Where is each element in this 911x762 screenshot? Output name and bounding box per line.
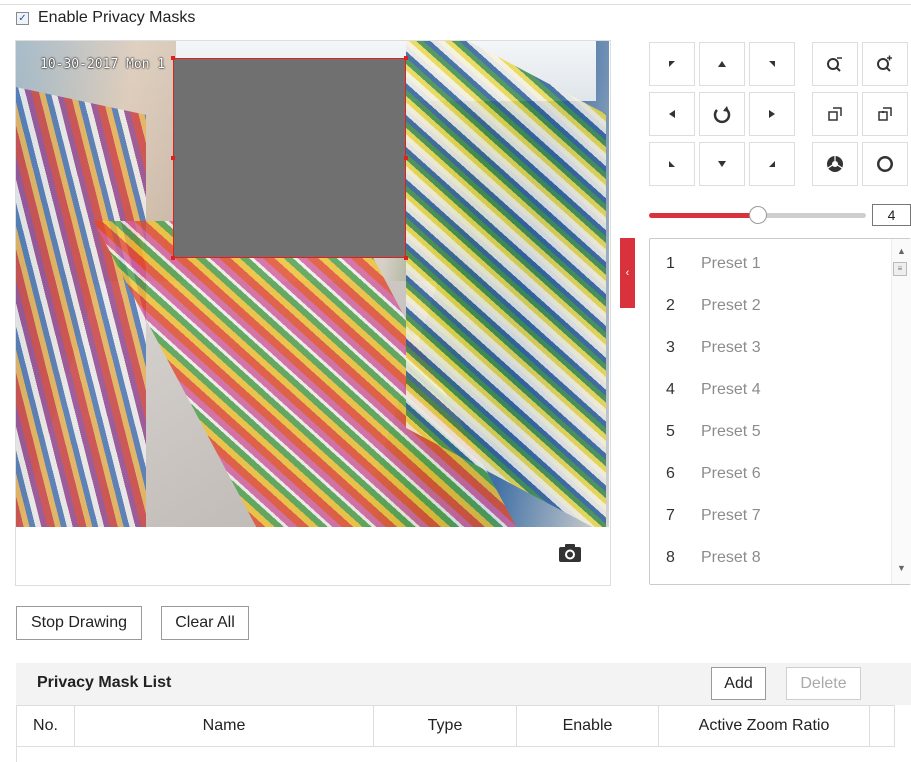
column-enable: Enable	[516, 705, 659, 747]
auto-pan-icon	[712, 104, 732, 124]
column-name: Name	[74, 705, 374, 747]
scroll-down-arrow-icon[interactable]: ▼	[897, 563, 906, 573]
preset-name: Preset 7	[701, 507, 761, 524]
video-shelf-left	[16, 87, 146, 527]
preset-number: 4	[666, 381, 675, 398]
preset-item[interactable]: 3 Preset 3	[650, 327, 890, 369]
pan-up-right-icon	[767, 59, 777, 69]
zoom-in-button[interactable]	[862, 42, 908, 86]
top-divider	[0, 4, 911, 5]
iris-close-button[interactable]	[812, 142, 858, 186]
focus-near-button[interactable]	[812, 92, 858, 136]
mask-handle-top-left[interactable]	[171, 56, 175, 60]
video-timestamp: 10-30-2017 Mon 1	[40, 57, 166, 72]
column-active-zoom-ratio: Active Zoom Ratio	[658, 705, 870, 747]
preset-name: Preset 1	[701, 255, 761, 272]
preset-number: 1	[666, 255, 675, 272]
pan-down-left-button[interactable]	[649, 142, 695, 186]
preset-number: 5	[666, 423, 675, 440]
stop-drawing-button[interactable]: Stop Drawing	[16, 606, 142, 640]
preset-name: Preset 6	[701, 465, 761, 482]
pan-down-right-button[interactable]	[749, 142, 795, 186]
zoom-out-button[interactable]	[812, 42, 858, 86]
mask-handle-bottom-right[interactable]	[404, 256, 408, 260]
pan-up-right-button[interactable]	[749, 42, 795, 86]
ptz-speed-value: 4	[872, 204, 911, 226]
collapse-panel-button[interactable]: ‹	[620, 238, 635, 308]
focus-far-button[interactable]	[862, 92, 908, 136]
privacy-mask-list-title: Privacy Mask List	[37, 674, 172, 691]
preset-number: 3	[666, 339, 675, 356]
preset-name: Preset 3	[701, 339, 761, 356]
chevron-left-icon: ‹	[625, 267, 630, 279]
delete-mask-button[interactable]: Delete	[786, 667, 861, 700]
preset-item[interactable]: 8 Preset 8	[650, 537, 890, 579]
preset-number: 8	[666, 549, 675, 566]
pan-down-right-icon	[767, 159, 777, 169]
preset-item[interactable]: 6 Preset 6	[650, 453, 890, 495]
iris-open-icon	[875, 154, 895, 174]
preset-number: 7	[666, 507, 675, 524]
pan-down-button[interactable]	[699, 142, 745, 186]
preset-scrollbar[interactable]	[891, 239, 911, 584]
preset-item[interactable]: 7 Preset 7	[650, 495, 890, 537]
column-type: Type	[373, 705, 517, 747]
iris-open-button[interactable]	[862, 142, 908, 186]
privacy-mask-region[interactable]	[173, 58, 406, 258]
preset-name: Preset 2	[701, 297, 761, 314]
pan-right-icon	[767, 109, 777, 119]
ptz-speed-fill	[649, 213, 759, 218]
pan-up-icon	[717, 59, 727, 69]
mask-handle-left[interactable]	[171, 156, 175, 160]
column-no: No.	[16, 705, 75, 747]
pan-up-left-button[interactable]	[649, 42, 695, 86]
focus-far-icon	[877, 106, 893, 122]
iris-close-icon	[825, 154, 845, 174]
enable-privacy-masks-label: Enable Privacy Masks	[38, 9, 196, 26]
pan-left-button[interactable]	[649, 92, 695, 136]
preset-item[interactable]: 1 Preset 1	[650, 243, 890, 285]
pan-up-button[interactable]	[699, 42, 745, 86]
scroll-up-arrow-icon[interactable]: ▲	[897, 246, 906, 256]
snapshot-camera-icon[interactable]	[558, 543, 582, 563]
scroll-thumb[interactable]: ≡	[893, 262, 907, 276]
preset-name: Preset 8	[701, 549, 761, 566]
zoom-in-icon	[876, 55, 894, 73]
preset-item[interactable]: 4 Preset 4	[650, 369, 890, 411]
column-spacer	[869, 705, 895, 747]
focus-near-icon	[827, 106, 843, 122]
pan-up-left-icon	[667, 59, 677, 69]
clear-all-button[interactable]: Clear All	[161, 606, 249, 640]
preset-number: 2	[666, 297, 675, 314]
mask-handle-top-right[interactable]	[404, 56, 408, 60]
ptz-speed-thumb[interactable]	[749, 206, 767, 224]
pan-right-button[interactable]	[749, 92, 795, 136]
pan-left-icon	[667, 109, 677, 119]
preset-name: Preset 5	[701, 423, 761, 440]
auto-pan-button[interactable]	[699, 92, 745, 136]
preset-number: 6	[666, 465, 675, 482]
mask-handle-right[interactable]	[404, 156, 408, 160]
preset-list: 1 Preset 1 2 Preset 2 3 Preset 3 4 Preset 4 5 Pre…	[649, 238, 911, 585]
add-mask-button[interactable]: Add	[711, 667, 766, 700]
pan-down-icon	[717, 159, 727, 169]
enable-privacy-masks-checkbox[interactable]: ✓	[16, 12, 29, 25]
preset-item[interactable]: 5 Preset 5	[650, 411, 890, 453]
zoom-out-icon	[826, 55, 844, 73]
preset-item[interactable]: 2 Preset 2	[650, 285, 890, 327]
table-row	[16, 746, 895, 762]
mask-handle-bottom-left[interactable]	[171, 256, 175, 260]
preset-name: Preset 4	[701, 381, 761, 398]
pan-down-left-icon	[667, 159, 677, 169]
